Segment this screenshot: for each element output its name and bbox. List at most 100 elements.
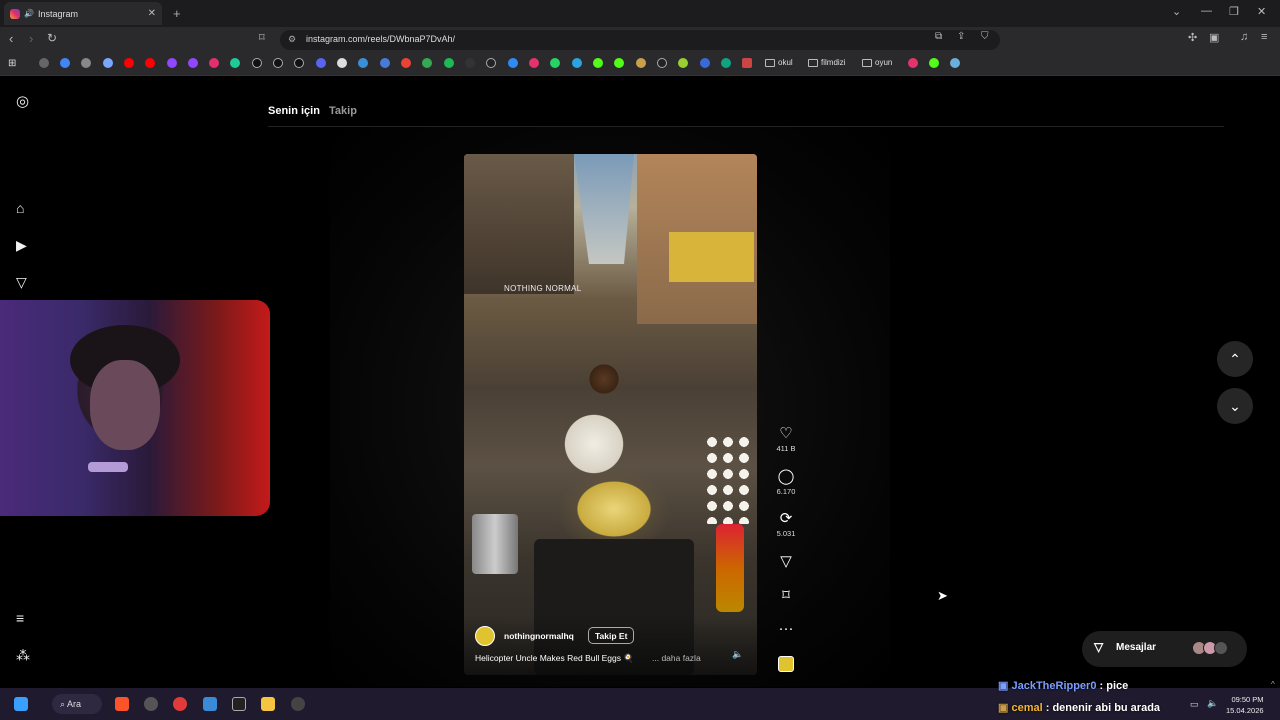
bookmark-site12-icon[interactable] [950, 58, 960, 68]
repost-action[interactable]: ⟳ 5.031 [770, 509, 802, 538]
reload-icon[interactable]: ↻ [47, 31, 57, 45]
bookmark-site5-icon[interactable] [529, 58, 539, 68]
close-window-icon[interactable]: ✕ [1257, 5, 1266, 18]
bookmark-site4-icon[interactable] [465, 58, 475, 68]
bookmark-x-icon[interactable] [252, 58, 262, 68]
repost-icon[interactable]: ⟳ [770, 509, 802, 527]
more-dots-icon[interactable]: ··· [770, 620, 802, 637]
save-action[interactable]: ⌑ [770, 586, 802, 604]
bookmark-kick-icon[interactable] [593, 58, 603, 68]
bookmark-folder-okul[interactable]: okul [765, 58, 793, 67]
bookmark-site9-icon[interactable] [700, 58, 710, 68]
bookmark-kick2-icon[interactable] [614, 58, 624, 68]
file-explorer-taskbar-icon[interactable] [261, 697, 275, 711]
bookmark-github-icon[interactable] [486, 58, 496, 68]
bookmark-history-icon[interactable] [39, 58, 49, 68]
bookmark-telegram-icon[interactable] [572, 58, 582, 68]
reel-video[interactable]: NOTHING NORMAL nothingnormalhq Takip Et … [464, 154, 757, 675]
caption-more-link[interactable]: ... daha fazla [652, 653, 701, 663]
bookmark-drive-icon[interactable] [422, 58, 432, 68]
bookmark-site3-icon[interactable] [358, 58, 368, 68]
bookmark-site6-icon[interactable] [636, 58, 646, 68]
brave-taskbar-icon[interactable] [115, 697, 129, 711]
apps-grid-icon[interactable]: ⊞ [8, 58, 16, 69]
bookmark-discord-icon[interactable] [316, 58, 326, 68]
bookmark-site-icon[interactable] [81, 58, 91, 68]
extensions-icon[interactable]: ✣ [1188, 31, 1197, 44]
bookmark-folder-filmdizi[interactable]: filmdizi [808, 58, 845, 67]
share-action[interactable]: ▽ [770, 552, 802, 570]
minimize-icon[interactable]: — [1201, 5, 1212, 17]
next-reel-button[interactable]: ⌄ [1217, 388, 1253, 424]
bookmark-chatgpt-icon[interactable] [721, 58, 731, 68]
more-menu-icon[interactable]: ≡ [16, 610, 24, 626]
also-from-meta-icon[interactable]: ⁂ [16, 647, 30, 664]
obs-taskbar-icon[interactable] [144, 697, 158, 711]
bookmark-tiktok-icon[interactable] [273, 58, 283, 68]
network-icon[interactable]: ▭ [1190, 699, 1199, 710]
bookmark-site10-icon[interactable] [742, 58, 752, 68]
bookmark-translate-icon[interactable] [380, 58, 390, 68]
media-icon[interactable]: ♫ [1240, 31, 1248, 43]
tab-senin-icin[interactable]: Senin için [268, 105, 320, 117]
instagram-logo-icon[interactable]: ◎ [16, 92, 29, 110]
bookmark-site8-icon[interactable] [678, 58, 688, 68]
media-player-taskbar-icon[interactable] [173, 697, 187, 711]
tab-instagram[interactable]: 🔊 Instagram ✕ [4, 2, 162, 25]
bookmark-tiktok2-icon[interactable] [294, 58, 304, 68]
send-icon[interactable]: ▽ [770, 552, 802, 570]
bookmark-icon[interactable]: ⌑ [770, 586, 802, 604]
forward-icon[interactable]: › [29, 31, 33, 46]
restore-icon[interactable]: ❐ [1229, 5, 1239, 18]
photos-taskbar-icon[interactable] [203, 697, 217, 711]
bookmark-kick3-icon[interactable] [929, 58, 939, 68]
bookmark-youtube2-icon[interactable] [145, 58, 155, 68]
bookmark-folder-oyun[interactable]: oyun [862, 58, 892, 67]
author-avatar[interactable] [475, 626, 495, 646]
bookmark-edge-icon[interactable] [508, 58, 518, 68]
taskbar-clock[interactable]: 09:50 PM 15.04.2026 [1226, 694, 1264, 716]
tray-chevron-icon[interactable]: ^ [1271, 680, 1275, 689]
share-icon[interactable]: ⇪ [957, 31, 965, 42]
bookmark-site7-icon[interactable] [657, 58, 667, 68]
author-username[interactable]: nothingnormalhq [504, 631, 574, 641]
volume-icon[interactable]: 🔈 [1207, 698, 1218, 709]
menu-icon[interactable]: ≡ [1261, 31, 1267, 43]
chevron-down-icon[interactable]: ⌄ [1172, 5, 1181, 18]
start-button-icon[interactable] [14, 697, 28, 711]
taskbar-search[interactable]: ⌕ Ara [52, 694, 102, 714]
bookmark-instagram-icon[interactable] [209, 58, 219, 68]
wallet-icon[interactable]: ▣ [1209, 31, 1219, 44]
heart-icon[interactable]: ♡ [770, 424, 802, 442]
bookmark-gmail-icon[interactable] [401, 58, 411, 68]
url-field[interactable]: ⚙ instagram.com/reels/DWbnaP7DvAh/ [280, 30, 1000, 50]
bookmark-page-icon[interactable]: ⌑ [259, 31, 265, 44]
bookmark-google-icon[interactable] [60, 58, 70, 68]
reels-icon[interactable]: ▶ [16, 237, 27, 254]
audio-playing-icon[interactable]: 🔊 [24, 9, 34, 18]
bookmark-twitch-icon[interactable] [167, 58, 177, 68]
comment-action[interactable]: ◯ 6.170 [770, 467, 802, 496]
bookmark-whatsapp-icon[interactable] [550, 58, 560, 68]
bookmark-twitch2-icon[interactable] [188, 58, 198, 68]
site-info-icon[interactable]: ⚙ [288, 34, 296, 45]
bookmark-site2-icon[interactable] [230, 58, 240, 68]
bookmark-youtube-icon[interactable] [124, 58, 134, 68]
bookmark-gemini-icon[interactable] [103, 58, 113, 68]
open-external-icon[interactable]: ⧉ [935, 31, 942, 42]
bookmark-site11-icon[interactable] [908, 58, 918, 68]
tab-takip[interactable]: Takip [329, 105, 357, 117]
like-action[interactable]: ♡ 411 B [770, 424, 802, 453]
app-taskbar-icon[interactable] [232, 697, 246, 711]
bookmark-capcut-icon[interactable] [337, 58, 347, 68]
messages-icon[interactable]: ▽ [16, 274, 27, 291]
previous-reel-button[interactable]: ⌃ [1217, 341, 1253, 377]
original-audio-icon[interactable] [778, 656, 794, 672]
messages-button[interactable]: ▽ Mesajlar [1082, 631, 1247, 667]
shield-icon[interactable]: ⛉ [981, 31, 989, 42]
new-tab-icon[interactable]: + [173, 6, 181, 21]
close-tab-icon[interactable]: ✕ [148, 8, 156, 19]
mute-toggle-icon[interactable]: 🔈 [732, 649, 743, 660]
more-options[interactable]: ··· [770, 620, 802, 637]
bookmark-spotify-icon[interactable] [444, 58, 454, 68]
